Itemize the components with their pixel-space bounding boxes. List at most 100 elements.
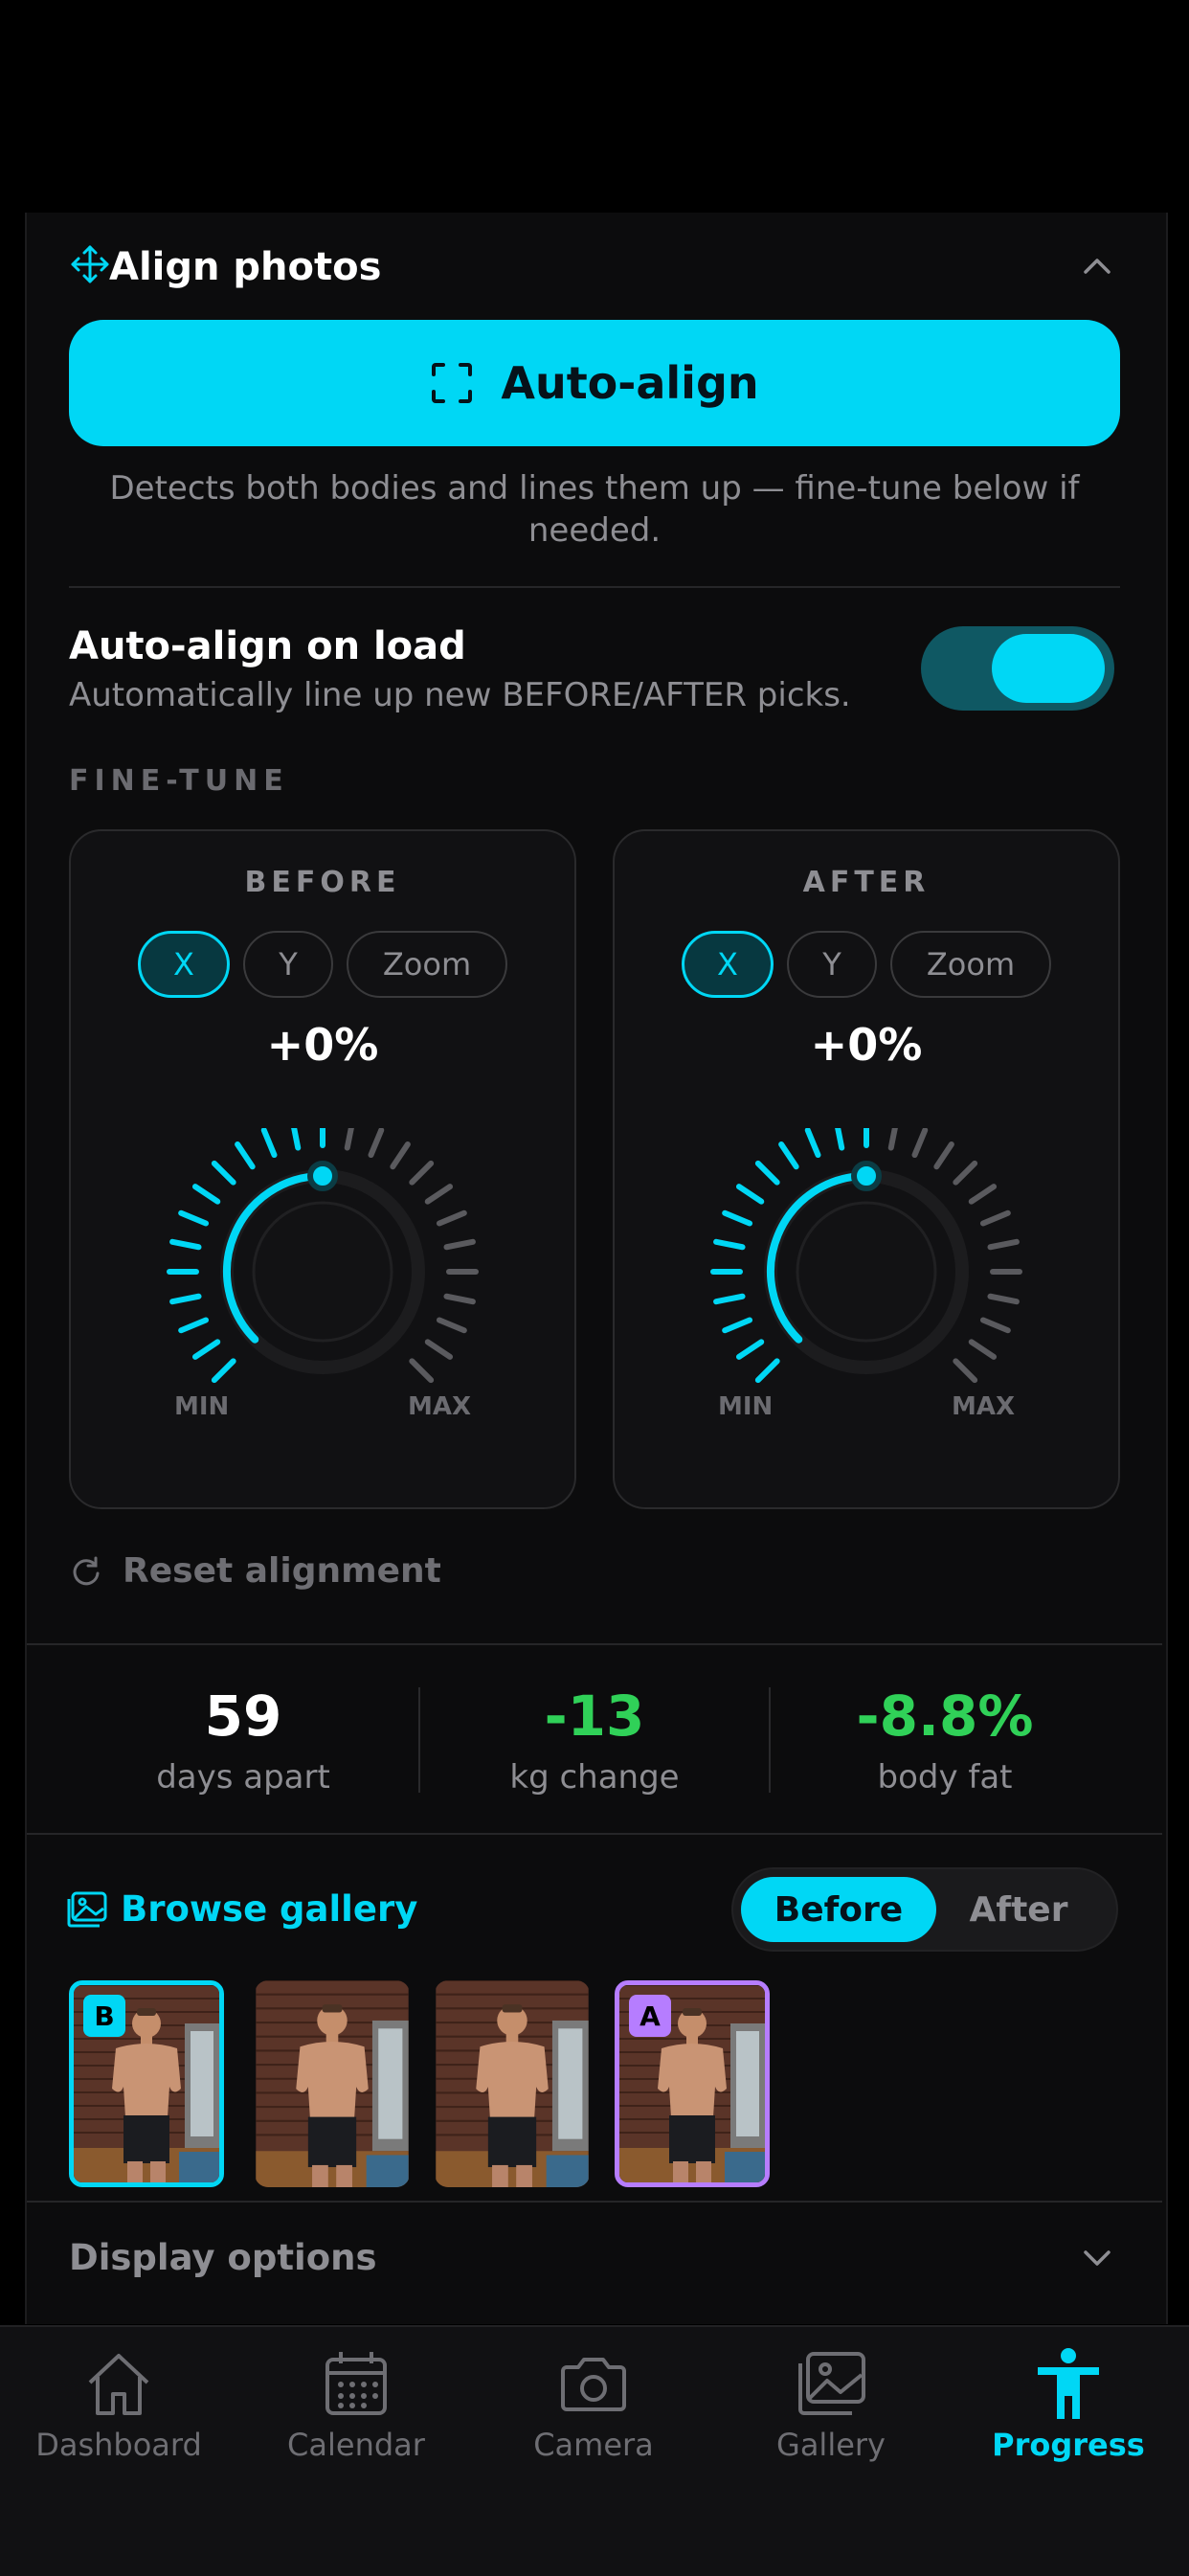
tab-label: Calendar bbox=[287, 2427, 425, 2463]
chevron-down-icon[interactable] bbox=[1078, 2245, 1116, 2273]
dial-tick bbox=[178, 1317, 210, 1334]
days-apart-label: days apart bbox=[156, 1758, 330, 1796]
tab-dashboard[interactable]: Dashboard bbox=[0, 2327, 237, 2519]
auto-align-label: Auto-align bbox=[501, 357, 759, 409]
reset-icon bbox=[73, 1556, 100, 1585]
browse-gallery-label: Browse gallery bbox=[121, 1888, 418, 1930]
left-leg bbox=[673, 2161, 688, 2182]
left-leg bbox=[127, 2161, 143, 2182]
before-badge: B bbox=[83, 1995, 125, 2037]
adjust-dial[interactable] bbox=[694, 1128, 1039, 1425]
chevron-up-icon[interactable] bbox=[1078, 251, 1116, 280]
display-options-header[interactable]: Display options bbox=[69, 2237, 376, 2278]
mat bbox=[546, 2155, 589, 2187]
divider bbox=[27, 1643, 1162, 1645]
neck bbox=[141, 2035, 152, 2045]
tab-label: Progress bbox=[992, 2427, 1145, 2463]
window-glass bbox=[378, 2028, 403, 2139]
reset-alignment-button[interactable]: Reset alignment bbox=[69, 1551, 441, 1591]
progress-photo bbox=[256, 1980, 409, 2187]
home-icon bbox=[88, 2354, 149, 2415]
tab-label: Gallery bbox=[776, 2427, 886, 2463]
neck bbox=[505, 2032, 519, 2044]
window-glass bbox=[558, 2028, 583, 2139]
axis-y-pill[interactable]: Y bbox=[243, 931, 333, 998]
dial-tick bbox=[735, 1184, 765, 1205]
axis-y-pill[interactable]: Y bbox=[787, 931, 877, 998]
dial-knob[interactable] bbox=[307, 1161, 338, 1191]
dial-tick bbox=[211, 1160, 236, 1186]
segment-before[interactable]: Before bbox=[741, 1877, 936, 1942]
dial-tick bbox=[409, 1358, 435, 1384]
shorts bbox=[669, 2115, 715, 2163]
dial-tick bbox=[987, 1238, 1020, 1251]
dial-tick bbox=[911, 1128, 929, 1159]
shorts bbox=[487, 2116, 537, 2168]
dial-tick bbox=[953, 1160, 978, 1186]
before-fine-tune-card: BEFORE X Y Zoom +0% MIN MAX bbox=[69, 829, 576, 1509]
dial-tick bbox=[953, 1358, 978, 1384]
progress-photo bbox=[436, 1980, 589, 2187]
tab-camera[interactable]: Camera bbox=[475, 2327, 712, 2519]
auto-align-button[interactable]: Auto-align bbox=[69, 320, 1120, 446]
shorts bbox=[123, 2115, 169, 2163]
dial-tick bbox=[987, 1293, 1020, 1305]
hair bbox=[502, 2004, 523, 2013]
dial-tick bbox=[735, 1339, 765, 1360]
dial-tick bbox=[754, 1160, 780, 1186]
dial-tick bbox=[722, 1209, 753, 1227]
gallery-thumbnail[interactable] bbox=[435, 1980, 590, 2187]
auto-align-on-load-toggle[interactable] bbox=[921, 626, 1114, 711]
dial-tick bbox=[443, 1238, 476, 1251]
dial-tick bbox=[235, 1141, 256, 1170]
align-photos-title[interactable]: Align photos bbox=[109, 241, 381, 293]
tab-gallery[interactable]: Gallery bbox=[712, 2327, 950, 2519]
dial-tick bbox=[291, 1128, 302, 1151]
divider bbox=[27, 2201, 1162, 2203]
axis-x-pill[interactable]: X bbox=[682, 931, 774, 998]
neck bbox=[325, 2032, 339, 2044]
after-fine-tune-card: AFTER X Y Zoom +0% MIN MAX bbox=[613, 829, 1120, 1509]
dial-tick bbox=[835, 1128, 845, 1151]
dial-tick bbox=[968, 1339, 998, 1360]
dial-tick bbox=[424, 1184, 454, 1205]
gallery-thumbnail[interactable]: B bbox=[69, 1980, 224, 2187]
tab-calendar[interactable]: Calendar bbox=[237, 2327, 475, 2519]
dial-tick bbox=[260, 1128, 278, 1159]
card-title: AFTER bbox=[802, 866, 931, 899]
zoom-pill[interactable]: Zoom bbox=[347, 931, 507, 998]
adjust-dial[interactable] bbox=[150, 1128, 495, 1425]
gallery-thumbnail[interactable] bbox=[255, 1980, 410, 2187]
dial-tick bbox=[979, 1317, 1011, 1334]
after-badge: A bbox=[629, 1995, 671, 2037]
focus-frame-icon bbox=[432, 363, 473, 403]
dial-tick bbox=[169, 1293, 202, 1305]
mat bbox=[725, 2152, 765, 2182]
axis-x-pill[interactable]: X bbox=[138, 931, 230, 998]
zoom-pill[interactable]: Zoom bbox=[890, 931, 1051, 998]
dial-tick bbox=[409, 1160, 435, 1186]
right-leg bbox=[150, 2161, 166, 2182]
dial-tick bbox=[424, 1339, 454, 1360]
segment-after[interactable]: After bbox=[921, 1877, 1116, 1942]
dial-tick bbox=[968, 1184, 998, 1205]
gallery-thumbnail[interactable]: A bbox=[615, 1980, 770, 2187]
shorts bbox=[307, 2116, 357, 2168]
dial-tick bbox=[211, 1358, 236, 1384]
dial-tick bbox=[344, 1128, 354, 1151]
camera-icon bbox=[561, 2358, 626, 2411]
tab-label: Dashboard bbox=[35, 2427, 202, 2463]
tab-progress[interactable]: Progress bbox=[950, 2327, 1187, 2519]
kg-change-value: -13 bbox=[544, 1683, 645, 1749]
dial-tick bbox=[436, 1317, 467, 1334]
body-fat-label: body fat bbox=[877, 1758, 1013, 1796]
mat bbox=[179, 2152, 219, 2182]
dial-tick bbox=[722, 1317, 753, 1334]
dial-tick bbox=[887, 1128, 898, 1151]
person-icon bbox=[1038, 2348, 1099, 2419]
dial-min-label: MIN bbox=[718, 1392, 774, 1421]
browse-gallery-link[interactable]: Browse gallery bbox=[67, 1888, 417, 1930]
tab-bar: Dashboard Calendar Camera Gallery Progre… bbox=[0, 2325, 1189, 2576]
dial-tick bbox=[754, 1358, 780, 1384]
dial-knob[interactable] bbox=[851, 1161, 882, 1191]
